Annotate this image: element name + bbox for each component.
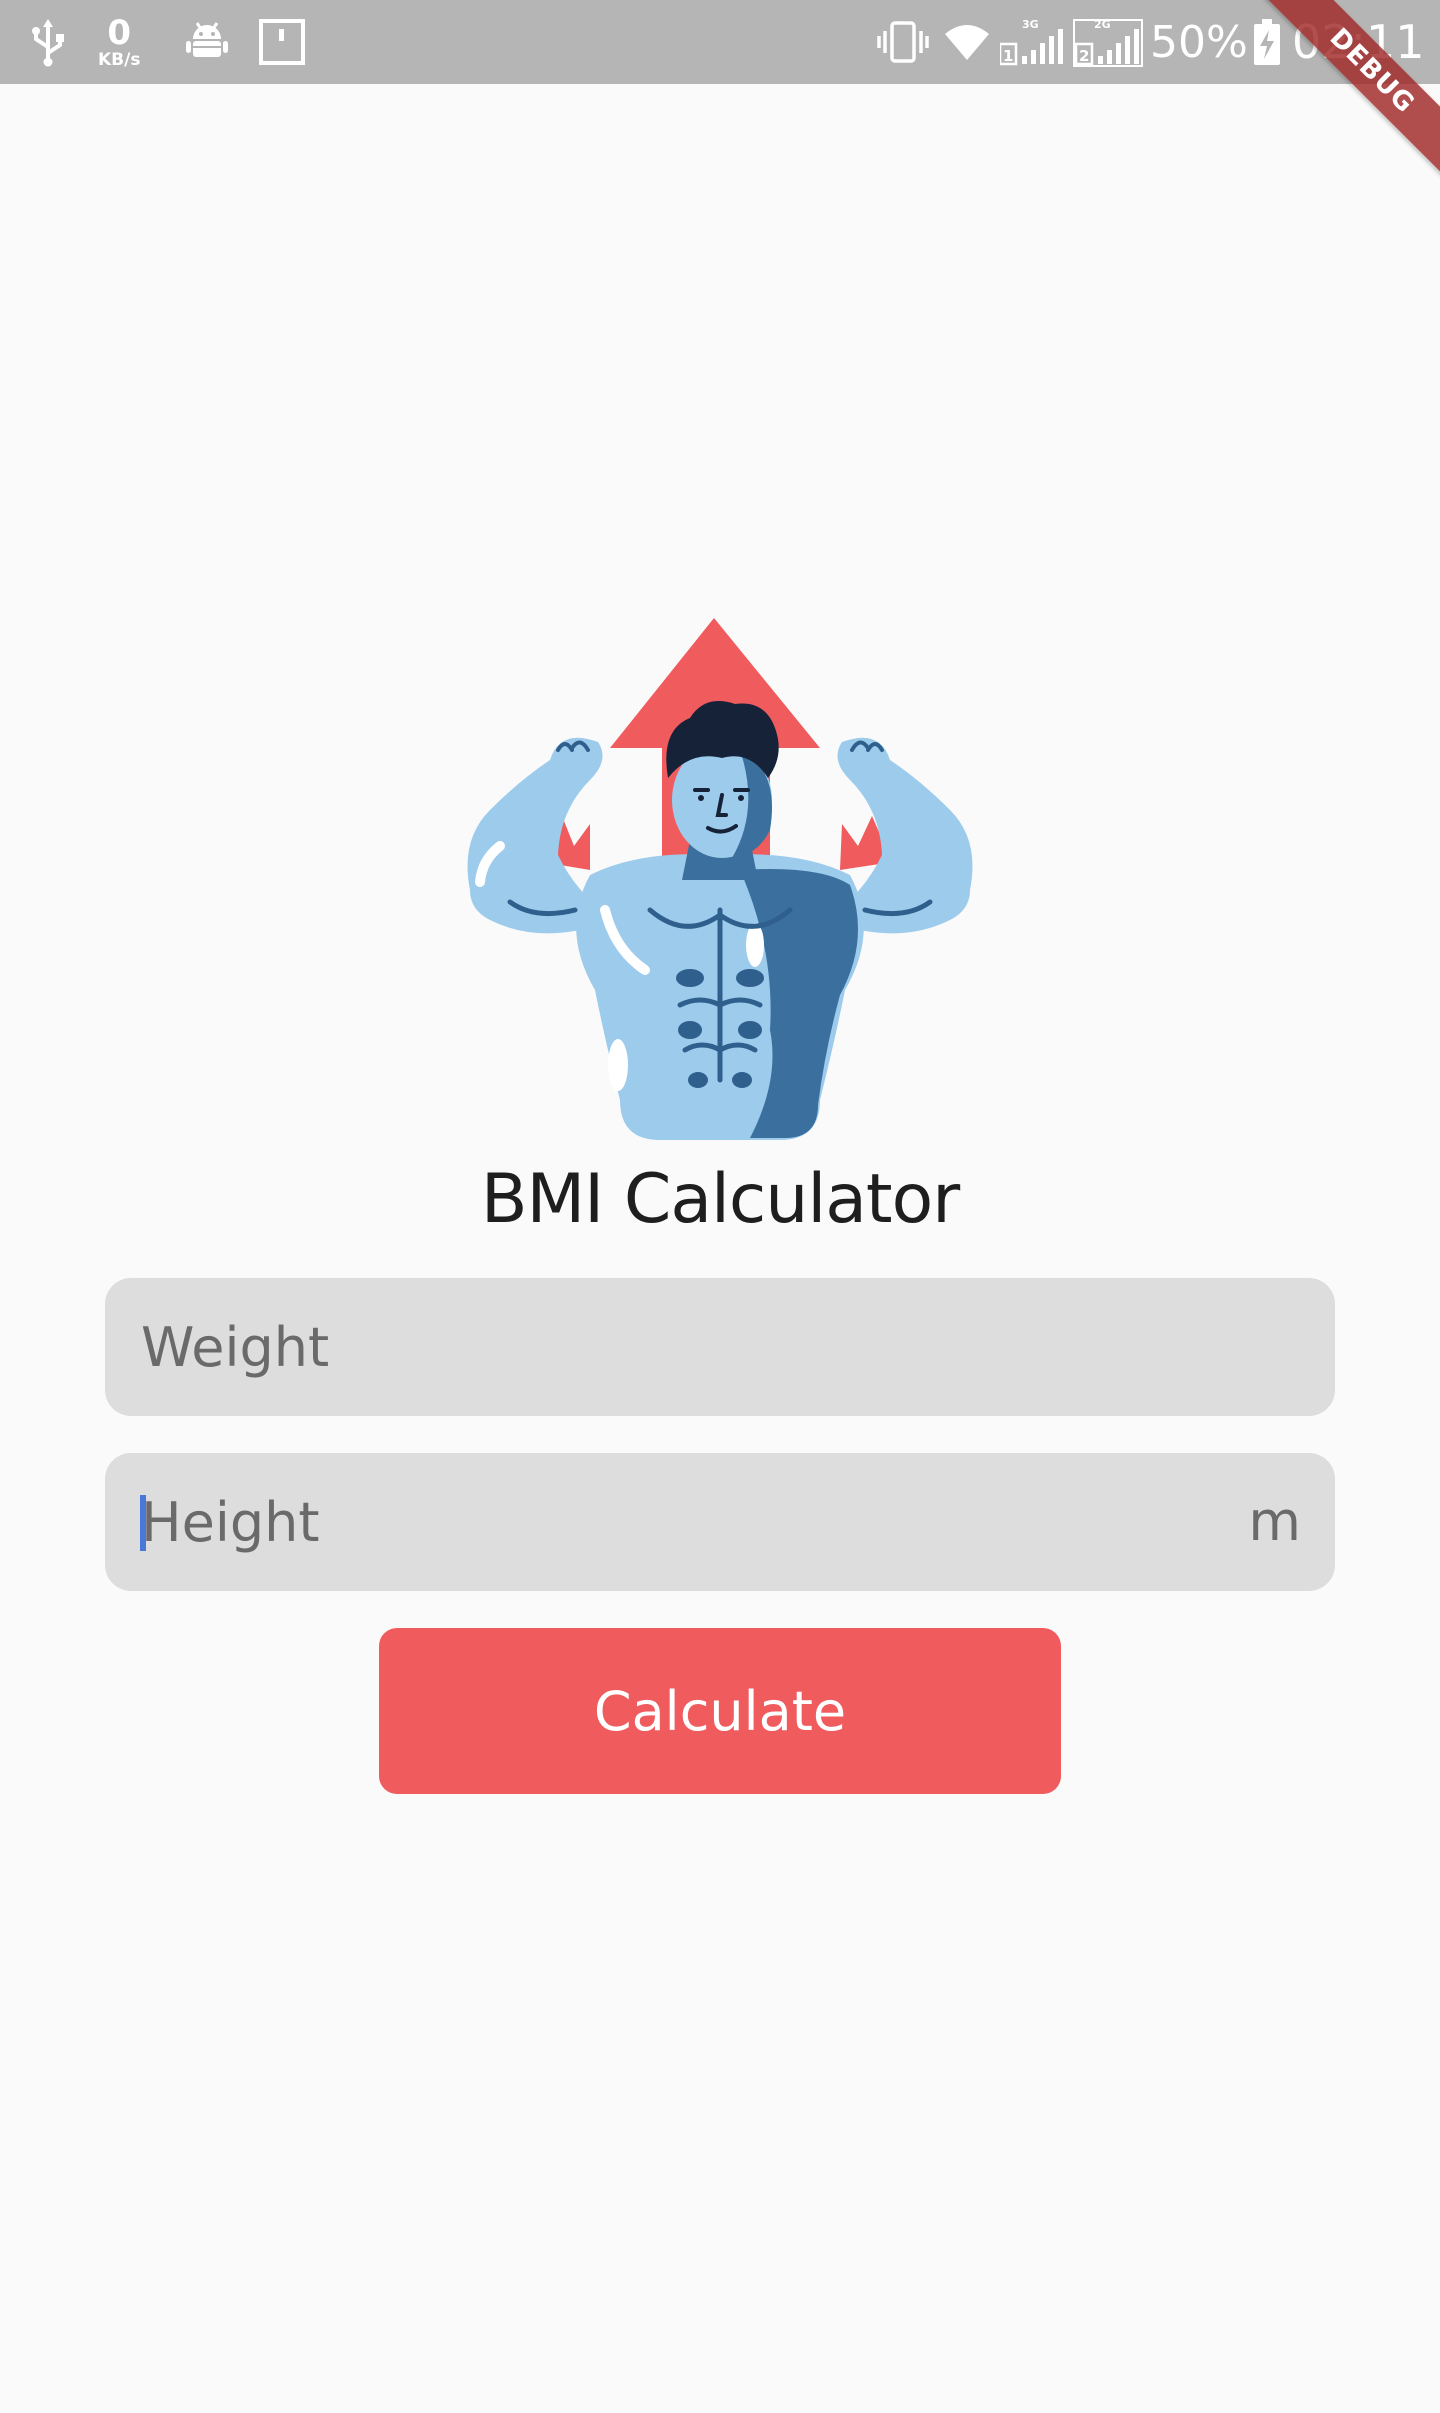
page-title: BMI Calculator [480,1160,960,1239]
network-speed-value: 0 [107,12,132,53]
height-unit-suffix: m [1248,1490,1301,1553]
status-bar: 0 KB/s 3G 1 2G 2 50% DEBUG [0,0,1440,180]
height-input[interactable] [141,1453,1261,1591]
weight-input[interactable] [141,1278,1261,1416]
vibrate-icon [876,0,930,84]
signal-sim2-icon: 2G 2 [1072,0,1144,84]
battery-percent: 50% [1150,16,1248,68]
signal-sim1-icon: 3G 1 [1000,0,1064,84]
svg-text:1: 1 [1003,47,1013,65]
bodybuilder-illustration [440,610,1000,1150]
wifi-icon [944,0,990,84]
sd-card-icon [258,0,306,84]
network-speed-unit: KB/s [98,49,141,70]
android-debug-icon [184,0,230,84]
weight-field[interactable] [105,1278,1335,1416]
usb-icon [28,0,68,84]
network-speed: 0 KB/s [98,0,140,84]
text-cursor [140,1495,146,1551]
svg-text:2: 2 [1079,47,1089,65]
calculate-button[interactable]: Calculate [379,1628,1061,1794]
sim1-network-label: 3G [1022,18,1039,31]
battery-charging-icon [1252,0,1282,84]
height-field[interactable]: m [105,1453,1335,1591]
